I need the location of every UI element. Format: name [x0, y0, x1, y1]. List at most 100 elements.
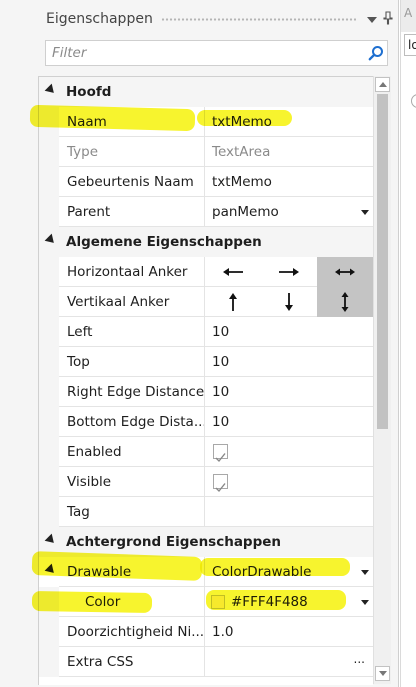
property-value-naam[interactable]: txtMemo — [205, 107, 373, 137]
property-name: Doorzichtigheid Ni... — [59, 617, 205, 647]
collapse-triangle-icon[interactable] — [44, 233, 58, 247]
property-value-visible — [205, 467, 373, 497]
property-value-horizontaal-anker — [205, 257, 373, 287]
property-value-right-edge-distance[interactable]: 10 — [205, 377, 373, 407]
arrow-up-icon — [229, 293, 237, 311]
category-algemene-eigenschappen[interactable]: Algemene Eigenschappen — [39, 227, 373, 257]
color-value-text: #FFF4F488 — [231, 594, 308, 610]
property-row-top[interactable]: Top 10 — [39, 347, 373, 377]
collapse-triangle-icon[interactable] — [44, 83, 58, 97]
property-value-extra-css[interactable]: ... — [205, 647, 373, 677]
drawable-value-text: ColorDrawable — [212, 564, 312, 580]
arrow-left-icon — [223, 268, 243, 276]
property-row-drawable[interactable]: Drawable ColorDrawable — [39, 557, 373, 587]
property-row-parent[interactable]: Parent panMemo — [39, 197, 373, 227]
property-value-parent[interactable]: panMemo — [205, 197, 373, 227]
anchor-both-horizontal-button[interactable] — [317, 257, 373, 287]
scroll-up-button[interactable] — [375, 77, 390, 92]
property-row-enabled[interactable]: Enabled — [39, 437, 373, 467]
arrow-left-right-icon — [335, 268, 355, 276]
visible-checkbox[interactable] — [213, 474, 228, 493]
panel-titlebar: Eigenschappen — [38, 5, 396, 33]
ellipsis-button[interactable]: ... — [354, 644, 365, 674]
property-value-top[interactable]: 10 — [205, 347, 373, 377]
right-pane: A lo — [400, 0, 416, 687]
property-row-tag[interactable]: Tag — [39, 497, 373, 527]
property-name: Drawable — [59, 557, 205, 587]
anchor-right-button[interactable] — [261, 257, 317, 287]
parent-value-text: panMemo — [212, 204, 279, 220]
arrow-down-icon — [285, 293, 293, 311]
dropdown-arrow-icon[interactable] — [361, 570, 369, 575]
panel-title: Eigenschappen — [46, 11, 153, 27]
property-name: Color — [59, 587, 205, 617]
radio-button[interactable] — [411, 94, 416, 108]
property-name: Horizontaal Anker — [59, 257, 205, 287]
property-name: Bottom Edge Dista... — [59, 407, 205, 437]
anchor-top-button[interactable] — [205, 287, 261, 317]
drag-grip[interactable] — [160, 16, 356, 22]
category-achtergrond-eigenschappen[interactable]: Achtergrond Eigenschappen — [39, 527, 373, 557]
enabled-checkbox[interactable] — [213, 444, 228, 463]
arrow-right-icon — [279, 268, 299, 276]
property-name: Visible — [59, 467, 205, 497]
anchor-both-vertical-button[interactable] — [317, 287, 373, 317]
property-row-horizontaal-anker[interactable]: Horizontaal Anker — [39, 257, 373, 287]
collapse-triangle-icon[interactable] — [44, 563, 58, 577]
property-row-color[interactable]: Color #FFF4F488 — [39, 587, 373, 617]
property-row-right-edge-distance[interactable]: Right Edge Distance 10 — [39, 377, 373, 407]
panel-dropdown-icon[interactable] — [364, 13, 380, 26]
chevron-down-icon — [378, 671, 387, 676]
color-swatch[interactable] — [211, 595, 225, 609]
property-value-tag[interactable] — [205, 497, 373, 527]
collapse-triangle-icon[interactable] — [44, 533, 58, 547]
property-row-extra-css[interactable]: Extra CSS ... — [39, 647, 373, 677]
property-value-left[interactable]: 10 — [205, 317, 373, 347]
arrow-up-down-icon — [341, 292, 349, 312]
category-hoofd[interactable]: Hoofd — [39, 77, 373, 107]
property-name: Left — [59, 317, 205, 347]
property-row-left[interactable]: Left 10 — [39, 317, 373, 347]
category-label: Achtergrond Eigenschappen — [66, 534, 282, 550]
right-pane-tab[interactable]: A — [401, 0, 416, 32]
anchor-left-button[interactable] — [205, 257, 261, 287]
dropdown-arrow-icon[interactable] — [361, 600, 369, 605]
property-value-color[interactable]: #FFF4F488 — [205, 587, 373, 617]
search-icon[interactable] — [365, 45, 387, 61]
property-name: Vertikaal Anker — [59, 287, 205, 317]
right-pane-field[interactable]: lo — [404, 34, 416, 56]
scrollbar-thumb[interactable] — [377, 94, 388, 429]
pin-icon[interactable] — [380, 10, 396, 28]
property-row-vertikaal-anker[interactable]: Vertikaal Anker — [39, 287, 373, 317]
property-grid: Hoofd Naam txtMemo Type TextArea Gebeurt… — [38, 76, 373, 685]
property-name: Parent — [59, 197, 205, 227]
property-value-gebeurtenis-naam[interactable]: txtMemo — [205, 167, 373, 197]
property-value-drawable[interactable]: ColorDrawable — [205, 557, 373, 587]
property-value-doorzichtigheid[interactable]: 1.0 — [205, 617, 373, 647]
property-row-gebeurtenis-naam[interactable]: Gebeurtenis Naam txtMemo — [39, 167, 373, 197]
property-value-vertikaal-anker — [205, 287, 373, 317]
property-name: Gebeurtenis Naam — [59, 167, 205, 197]
filter-box — [45, 40, 388, 66]
property-row-visible[interactable]: Visible — [39, 467, 373, 497]
filter-input[interactable] — [46, 44, 365, 62]
property-name: Tag — [59, 497, 205, 527]
property-row-naam[interactable]: Naam txtMemo — [39, 107, 373, 137]
property-value-type: TextArea — [205, 137, 373, 167]
category-label: Hoofd — [66, 84, 112, 100]
dropdown-arrow-icon[interactable] — [361, 210, 369, 215]
scroll-down-button[interactable] — [375, 666, 390, 681]
property-value-enabled — [205, 437, 373, 467]
property-row-type[interactable]: Type TextArea — [39, 137, 373, 167]
property-name: Enabled — [59, 437, 205, 467]
checkmark-icon — [215, 453, 226, 463]
vertical-scrollbar[interactable] — [373, 76, 391, 684]
property-row-doorzichtigheid[interactable]: Doorzichtigheid Ni... 1.0 — [39, 617, 373, 647]
property-name: Extra CSS — [59, 647, 205, 677]
anchor-bottom-button[interactable] — [261, 287, 317, 317]
property-name: Top — [59, 347, 205, 377]
property-row-bottom-edge-distance[interactable]: Bottom Edge Dista... 10 — [39, 407, 373, 437]
property-value-bottom-edge-distance[interactable]: 10 — [205, 407, 373, 437]
checkmark-icon — [215, 483, 226, 493]
property-name: Type — [59, 137, 205, 167]
